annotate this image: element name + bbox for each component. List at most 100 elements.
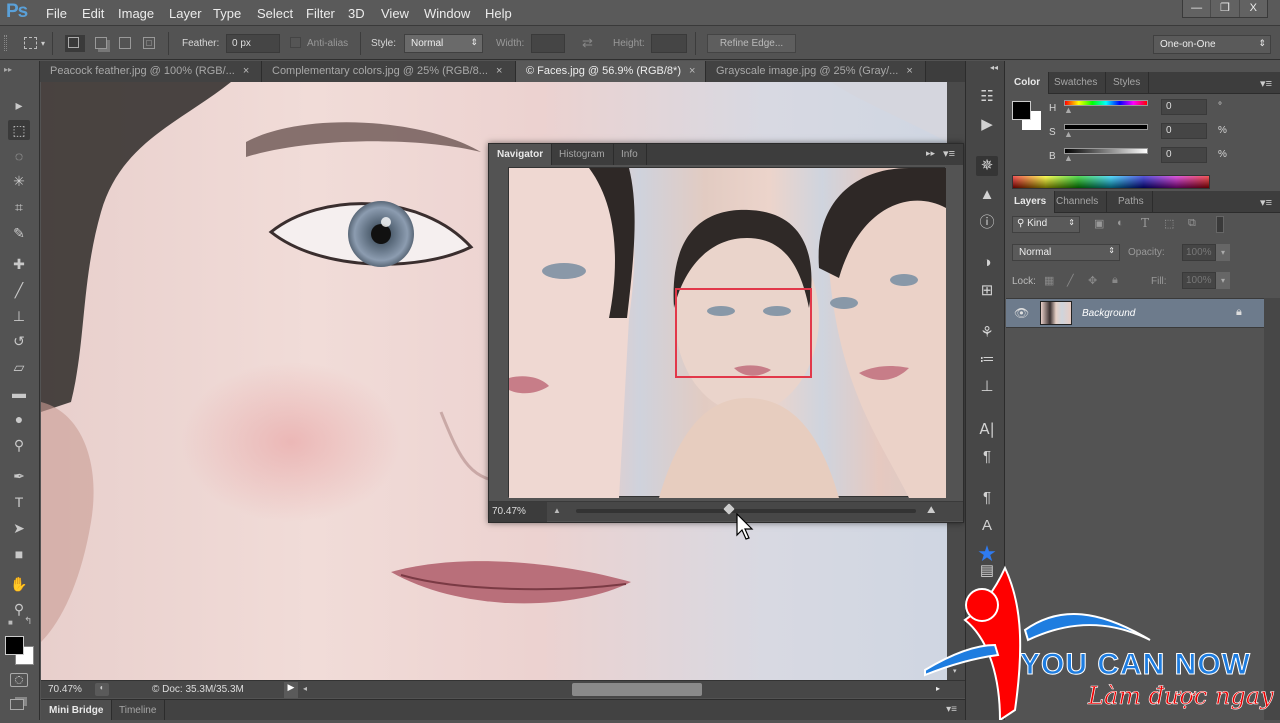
navigator-zoom-input[interactable]: 70.47%: [489, 502, 547, 522]
close-tab-icon[interactable]: ×: [689, 65, 695, 77]
lock-transparent-pixels-icon[interactable]: ▦: [1044, 274, 1054, 287]
navigator-thumbnail[interactable]: [508, 167, 946, 498]
marquee-preset-icon[interactable]: [24, 37, 37, 49]
minimize-button[interactable]: —: [1183, 0, 1210, 17]
height-input[interactable]: [651, 34, 687, 53]
preset-dropdown-icon[interactable]: ▾: [41, 39, 45, 48]
refine-edge-button[interactable]: Refine Edge...: [707, 34, 796, 53]
tab-info[interactable]: Info: [613, 144, 647, 165]
gradient-tool-icon[interactable]: ▬: [8, 383, 30, 403]
smart-object-filter-icon[interactable]: ⧉: [1188, 217, 1196, 230]
menu-type[interactable]: Type: [213, 6, 241, 21]
screen-mode-icon[interactable]: [10, 699, 24, 710]
fill-dropdown-icon[interactable]: ▾: [1216, 272, 1230, 289]
color-foreground-swatch[interactable]: [1012, 101, 1031, 120]
zoom-slider-thumb[interactable]: [723, 503, 735, 515]
tab-paths[interactable]: Paths: [1110, 191, 1153, 213]
panel-menu-icon[interactable]: ▾≡: [943, 147, 955, 160]
scroll-right-arrow[interactable]: ▸: [936, 684, 940, 693]
lock-all-icon[interactable]: 🔒︎: [1112, 274, 1118, 287]
new-selection-button[interactable]: [65, 35, 85, 52]
pixel-layer-filter-icon[interactable]: ▣: [1094, 217, 1104, 230]
rectangular-marquee-tool-icon[interactable]: ⬚: [8, 120, 30, 140]
layer-name[interactable]: Background: [1082, 308, 1135, 319]
clone-stamp-tool-icon[interactable]: ⊥: [8, 306, 30, 326]
tab-swatches[interactable]: Swatches: [1046, 72, 1107, 94]
hue-input[interactable]: 0: [1161, 99, 1207, 115]
default-colors-icon[interactable]: ■: [8, 618, 13, 627]
brightness-input[interactable]: 0: [1161, 147, 1207, 163]
filter-toggle[interactable]: [1216, 216, 1224, 233]
actions-panel-icon[interactable]: ▶: [976, 115, 998, 135]
brush-panel-icon[interactable]: ≔: [976, 350, 998, 370]
color-ramp[interactable]: [1012, 175, 1210, 189]
rectangle-tool-icon[interactable]: ■: [8, 544, 30, 564]
menu-window[interactable]: Window: [424, 6, 470, 21]
hue-slider[interactable]: [1064, 100, 1148, 106]
restore-button[interactable]: ❐: [1210, 0, 1238, 17]
workspace-select[interactable]: One-on-One ⇕: [1153, 35, 1271, 54]
paragraph-styles-panel-icon[interactable]: ¶: [976, 488, 998, 508]
menu-select[interactable]: Select: [257, 6, 293, 21]
navigator-panel-icon[interactable]: ✵: [976, 156, 998, 176]
tab-faces[interactable]: © Faces.jpg @ 56.9% (RGB/8*) ×: [516, 61, 706, 82]
style-select[interactable]: Normal ⇕: [404, 34, 483, 53]
zoom-out-icon[interactable]: ▲: [553, 506, 561, 515]
opacity-dropdown-icon[interactable]: ▾: [1216, 244, 1230, 261]
swap-dimensions-icon[interactable]: ⇄: [582, 35, 593, 51]
swap-colors-icon[interactable]: ↰: [24, 616, 32, 627]
clone-source-panel-icon[interactable]: ⊥: [976, 377, 998, 397]
collapse-toolbar-icon[interactable]: ▸▸: [4, 65, 12, 74]
menu-edit[interactable]: Edit: [82, 6, 104, 21]
history-panel-icon[interactable]: ☷: [976, 87, 998, 107]
saturation-slider[interactable]: [1064, 124, 1148, 130]
dodge-tool-icon[interactable]: ⚲: [8, 435, 30, 455]
path-selection-tool-icon[interactable]: ➤: [8, 518, 30, 538]
close-tab-icon[interactable]: ×: [243, 65, 249, 77]
feather-input[interactable]: 0 px: [226, 34, 280, 53]
tab-histogram[interactable]: Histogram: [551, 144, 614, 165]
status-menu-arrow[interactable]: ▶: [284, 682, 298, 698]
blend-mode-select[interactable]: Normal ⇕: [1012, 244, 1120, 261]
collapse-dock-icon[interactable]: ◂◂: [990, 63, 998, 72]
navigator-view-box[interactable]: [675, 288, 812, 378]
menu-help[interactable]: Help: [485, 6, 512, 21]
scroll-down-arrow[interactable]: ▾: [953, 667, 957, 675]
quick-mask-icon[interactable]: [10, 673, 28, 687]
lasso-tool-icon[interactable]: ◌: [8, 146, 30, 166]
histogram-panel-icon[interactable]: ▲: [976, 185, 998, 205]
panel-menu-icon[interactable]: ▾≡: [1260, 196, 1272, 209]
eraser-tool-icon[interactable]: ▱: [8, 357, 30, 377]
close-tab-icon[interactable]: ×: [906, 65, 912, 77]
foreground-color-swatch[interactable]: [5, 636, 24, 655]
tab-navigator[interactable]: Navigator: [489, 144, 553, 165]
layer-row-background[interactable]: 👁︎ Background 🔒︎: [1006, 298, 1264, 328]
hand-tool-icon[interactable]: ✋: [8, 574, 30, 594]
intersect-selection-icon[interactable]: [143, 37, 155, 49]
layer-lock-icon[interactable]: 🔒︎: [1236, 306, 1242, 319]
visibility-eye-icon[interactable]: 👁︎: [1014, 306, 1029, 320]
brush-tool-icon[interactable]: ╱: [8, 280, 30, 300]
tab-styles[interactable]: Styles: [1105, 72, 1150, 94]
layer-filter-select[interactable]: ⚲ Kind ⇕: [1012, 216, 1080, 233]
lock-position-icon[interactable]: ✥: [1088, 274, 1097, 287]
saturation-slider-thumb[interactable]: ▲: [1064, 129, 1073, 139]
panel-menu-icon[interactable]: ▾≡: [946, 704, 957, 715]
add-to-selection-icon[interactable]: [95, 37, 107, 49]
menu-image[interactable]: Image: [118, 6, 154, 21]
properties-panel-icon[interactable]: ⊞: [976, 281, 998, 301]
tab-peacock-feather[interactable]: Peacock feather.jpg @ 100% (RGB/... ×: [40, 61, 262, 82]
move-tool-icon[interactable]: ▸: [8, 95, 30, 115]
status-zoom[interactable]: 70.47%: [48, 684, 82, 695]
paragraph-panel-icon[interactable]: ¶: [976, 447, 998, 467]
options-bar-grip[interactable]: [4, 35, 7, 51]
panel-menu-icon[interactable]: ▾≡: [1260, 77, 1272, 90]
magic-wand-tool-icon[interactable]: ✳: [8, 171, 30, 191]
menu-3d[interactable]: 3D: [348, 6, 365, 21]
eyedropper-tool-icon[interactable]: ✎: [8, 223, 30, 243]
tab-grayscale-image[interactable]: Grayscale image.jpg @ 25% (Gray/... ×: [706, 61, 926, 82]
blur-tool-icon[interactable]: ●: [8, 409, 30, 429]
adjustment-layer-filter-icon[interactable]: ◐: [1117, 217, 1124, 229]
tab-color[interactable]: Color: [1006, 72, 1050, 94]
tab-channels[interactable]: Channels: [1048, 191, 1108, 213]
